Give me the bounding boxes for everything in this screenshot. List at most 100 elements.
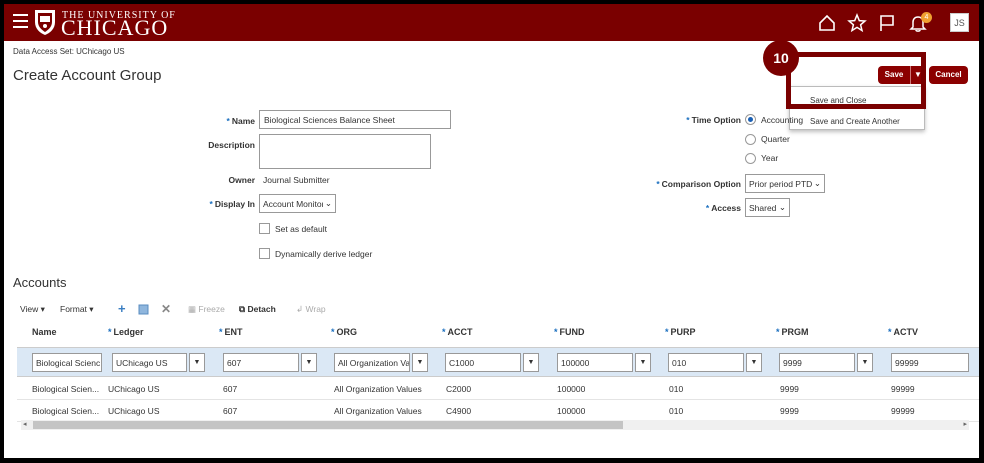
comparison-option-label: * Comparison Option — [656, 179, 741, 189]
ledger-cell: UChicago US — [108, 384, 160, 394]
column-header-prgm[interactable]: * PRGM — [776, 327, 809, 337]
dynamically-derive-ledger-checkbox[interactable] — [259, 248, 270, 259]
page-title: Create Account Group — [13, 67, 162, 84]
name-cell: Biological Scien... — [32, 384, 100, 394]
set-as-default-label: Set as default — [275, 224, 327, 234]
time-option-quarter-radio[interactable] — [745, 134, 756, 145]
wrap-button[interactable]: ↲ Wrap — [296, 304, 326, 315]
ledger-cell: UChicago US — [108, 406, 160, 416]
purp-cell: 010 — [669, 406, 684, 416]
column-header-ent[interactable]: * ENT — [219, 327, 243, 337]
add-row-icon[interactable]: + — [118, 301, 126, 316]
access-select[interactable]: Shared ⌄ — [745, 198, 790, 217]
wrap-icon: ↲ — [296, 304, 304, 314]
prgm-cell-input[interactable]: 9999 — [779, 353, 855, 372]
acct-cell: C2000 — [446, 384, 472, 394]
step-callout-badge: 10 — [763, 40, 799, 76]
time-option-label: * Time Option — [686, 115, 741, 125]
name-label: * Name — [226, 116, 255, 126]
horizontal-scrollbar[interactable]: ◂ ▸ — [21, 420, 969, 430]
ledger-cell-input[interactable]: UChicago US — [112, 353, 187, 372]
actv-cell-input[interactable]: 99999 — [891, 353, 969, 372]
ent-cell-input[interactable]: 607 — [223, 353, 299, 372]
scroll-left-icon[interactable]: ◂ — [23, 420, 27, 428]
prgm-dropdown-icon[interactable]: ▼ — [857, 353, 873, 372]
chevron-down-icon: ⌄ — [778, 202, 786, 212]
prgm-cell: 9999 — [780, 406, 799, 416]
column-header-name[interactable]: Name — [32, 327, 57, 337]
home-icon[interactable] — [817, 13, 837, 33]
display-in-label: * Display In — [209, 199, 255, 209]
acct-dropdown-icon[interactable]: ▼ — [523, 353, 539, 372]
dynamically-derive-ledger-label: Dynamically derive ledger — [275, 249, 373, 259]
accounts-section-title: Accounts — [13, 275, 67, 290]
description-label: Description — [208, 140, 255, 150]
acct-cell-input[interactable]: C1000 — [445, 353, 521, 372]
org-cell: All Organization Values — [334, 384, 422, 394]
notification-count-badge: 4 — [921, 12, 932, 23]
cancel-button[interactable]: Cancel — [929, 66, 968, 84]
table-row[interactable]: Biological Scien... UChicago US 607 All … — [17, 378, 979, 400]
name-cell: Biological Scien... — [32, 406, 100, 416]
data-access-set: Data Access Set: UChicago US — [13, 47, 125, 56]
university-name-line2: CHICAGO — [61, 15, 169, 40]
chevron-down-icon: ⌄ — [324, 198, 332, 208]
fund-cell: 100000 — [557, 406, 586, 416]
detach-icon: ⧉ — [239, 304, 246, 314]
scroll-right-icon[interactable]: ▸ — [963, 420, 967, 428]
callout-highlight-box — [786, 52, 926, 109]
ledger-dropdown-icon[interactable]: ▼ — [189, 353, 205, 372]
user-avatar[interactable]: JS — [950, 13, 969, 32]
time-option-accounting-radio[interactable] — [745, 114, 756, 125]
fund-cell: 100000 — [557, 384, 586, 394]
prgm-cell: 9999 — [780, 384, 799, 394]
time-option-quarter-label: Quarter — [761, 134, 790, 144]
fund-cell-input[interactable]: 100000 — [557, 353, 633, 372]
scrollbar-thumb[interactable] — [33, 421, 623, 429]
actv-cell: 99999 — [891, 384, 915, 394]
flag-icon[interactable] — [877, 13, 897, 33]
purp-dropdown-icon[interactable]: ▼ — [746, 353, 762, 372]
format-menu[interactable]: Format ▾ — [60, 304, 94, 315]
column-header-purp[interactable]: * PURP — [665, 327, 696, 337]
chevron-down-icon: ⌄ — [813, 178, 821, 188]
org-cell: All Organization Values — [334, 406, 422, 416]
column-header-org[interactable]: * ORG — [331, 327, 357, 337]
org-cell-input[interactable]: All Organization Va — [334, 353, 410, 372]
time-option-accounting-label: Accounting — [761, 115, 804, 125]
menu-item-save-and-create-another[interactable]: Save and Create Another — [810, 117, 900, 126]
ent-dropdown-icon[interactable]: ▼ — [301, 353, 317, 372]
column-header-acct[interactable]: * ACCT — [442, 327, 473, 337]
column-header-ledger[interactable]: * Ledger — [108, 327, 144, 337]
purp-cell-input[interactable]: 010 — [668, 353, 744, 372]
table-row[interactable]: Biological Scien... UChicago US 607 All … — [17, 400, 979, 422]
accounts-table: Name * Ledger * ENT * ORG * ACCT * FUND * PURP… — [17, 321, 979, 431]
owner-label: Owner — [228, 175, 255, 185]
star-icon[interactable] — [847, 13, 867, 33]
column-header-actv[interactable]: * ACTV — [888, 327, 918, 337]
description-textarea[interactable] — [259, 134, 431, 169]
time-option-year-radio[interactable] — [745, 153, 756, 164]
access-label: * Access — [705, 203, 741, 213]
freeze-button[interactable]: ▦ Freeze — [188, 304, 225, 315]
name-cell-input[interactable]: Biological Scienc — [32, 353, 102, 372]
display-in-select[interactable]: Account Monitor ⌄ — [259, 194, 336, 213]
comparison-option-select[interactable]: Prior period PTD ⌄ — [745, 174, 825, 193]
university-crest-icon — [35, 10, 55, 35]
column-header-fund[interactable]: * FUND — [554, 327, 585, 337]
name-input[interactable]: Biological Sciences Balance Sheet — [259, 110, 451, 129]
detach-button[interactable]: ⧉ Detach — [239, 304, 276, 315]
menu-icon[interactable] — [13, 14, 28, 28]
duplicate-icon[interactable] — [138, 304, 149, 317]
table-row-selected[interactable]: Biological Scienc UChicago US ▼ 607 ▼ Al… — [17, 347, 979, 377]
global-header: THE UNIVERSITY OF CHICAGO 4 JS — [4, 4, 979, 41]
acct-cell: C4900 — [446, 406, 472, 416]
time-option-year-label: Year — [761, 153, 779, 163]
owner-value: Journal Submitter — [263, 175, 330, 185]
org-dropdown-icon[interactable]: ▼ — [412, 353, 428, 372]
delete-icon[interactable]: ✕ — [161, 302, 171, 316]
set-as-default-checkbox[interactable] — [259, 223, 270, 234]
fund-dropdown-icon[interactable]: ▼ — [635, 353, 651, 372]
ent-cell: 607 — [223, 406, 238, 416]
view-menu[interactable]: View ▾ — [20, 304, 45, 315]
